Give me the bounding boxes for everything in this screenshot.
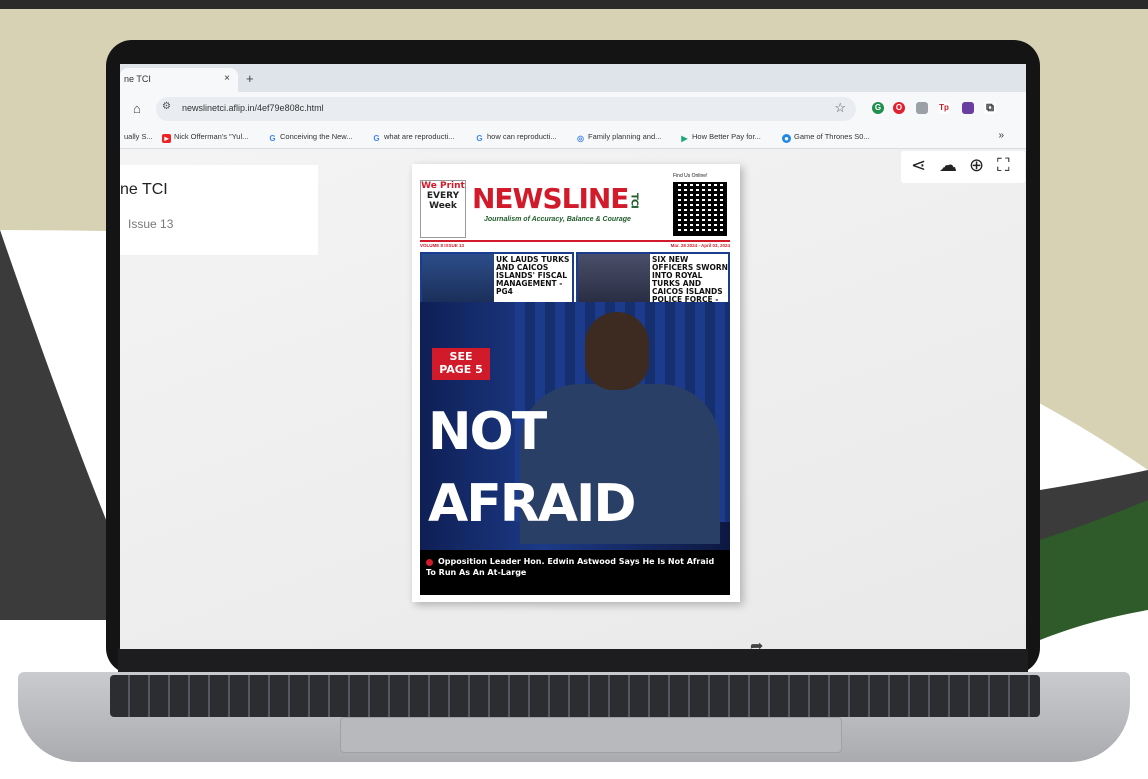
- zoom-in-icon[interactable]: ⊕: [969, 155, 984, 176]
- caption-text: Opposition Leader Hon. Edwin Astwood Say…: [426, 557, 715, 577]
- we-print-line: Week: [429, 201, 457, 211]
- viewer-toolbar: ⋖ ☁ ⊕ ⛶: [901, 151, 1025, 183]
- dateline: VOLUME 8 ISSUE 13 Mar. 28 2024 - April 0…: [420, 240, 730, 250]
- url-text[interactable]: newslinetci.aflip.in/4ef79e808c.html: [182, 103, 324, 113]
- headline-line-2: AFRAID: [428, 474, 637, 534]
- masthead-suffix: TCI: [628, 193, 640, 208]
- volume-label: VOLUME 8 ISSUE 13: [420, 243, 465, 248]
- browser-toolbar: ⌂ ⚙ newslinetci.aflip.in/4ef79e808c.html…: [120, 92, 1026, 126]
- google-icon: G: [269, 134, 276, 143]
- qr-code: [673, 182, 727, 236]
- story-photo: [578, 254, 650, 302]
- story-teaser: SIX NEW OFFICERS SWORN INTO ROYAL TURKS …: [576, 252, 730, 304]
- cover-caption: Opposition Leader Hon. Edwin Astwood Say…: [420, 550, 730, 595]
- bookmark-item[interactable]: G Conceiving the New...: [268, 132, 352, 143]
- tab-strip: ne TCI × +: [120, 64, 1026, 92]
- see-page-line: SEE: [449, 350, 473, 363]
- tab-title: ne TCI: [124, 74, 151, 84]
- bookmark-star-icon[interactable]: ☆: [834, 100, 846, 116]
- publication-info-card: ne TCI Issue 13: [120, 165, 318, 255]
- bookmark-item[interactable]: ● Game of Thrones S0...: [782, 132, 870, 143]
- extension-icon[interactable]: [916, 102, 928, 114]
- browser-tab[interactable]: ne TCI ×: [120, 68, 238, 92]
- close-tab-icon[interactable]: ×: [224, 73, 230, 84]
- google-icon: G: [373, 134, 380, 143]
- bookmarks-bar: ually S... ▸ Nick Offerman's "Yul... G Con…: [120, 126, 1026, 149]
- google-icon: G: [476, 134, 483, 143]
- bookmark-item[interactable]: ▸ Nick Offerman's "Yul...: [162, 132, 248, 143]
- bookmark-item[interactable]: Ghow can reproducti...: [475, 132, 556, 143]
- page-share-arrow-icon[interactable]: ➦: [750, 636, 763, 649]
- tp-extension-icon[interactable]: Tp: [938, 102, 950, 114]
- laptop-trackpad: [340, 717, 842, 753]
- opera-extension-icon[interactable]: O: [893, 102, 905, 114]
- site-info-icon[interactable]: ⚙: [162, 101, 171, 112]
- cover-content: We Print EVERY Week NEWSLINETCI Journali…: [420, 172, 730, 595]
- masthead: NEWSLINETCI: [472, 182, 640, 215]
- story-headline: UK LAUDS TURKS AND CAICOS ISLANDS' FISCA…: [496, 255, 570, 296]
- story-teaser: UK LAUDS TURKS AND CAICOS ISLANDS' FISCA…: [420, 252, 574, 304]
- flipbook-page: ne TCI Issue 13 ⋖ ☁ ⊕ ⛶ We Print EVERY W…: [120, 149, 1026, 649]
- extensions-puzzle-icon[interactable]: ⧉: [984, 102, 996, 114]
- home-icon[interactable]: ⌂: [133, 101, 141, 116]
- new-tab-button[interactable]: +: [246, 71, 254, 86]
- publication-title: ne TCI: [120, 181, 168, 198]
- grammarly-extension-icon[interactable]: G: [872, 102, 884, 114]
- story-photo: [422, 254, 494, 302]
- we-print-line: EVERY: [426, 191, 460, 201]
- we-print-badge: We Print EVERY Week: [420, 180, 466, 238]
- address-bar[interactable]: ⚙ newslinetci.aflip.in/4ef79e808c.html ☆: [156, 97, 856, 121]
- issue-date: Mar. 28 2024 - April 03, 2024: [670, 243, 730, 248]
- find-us-label: Find Us Online!: [673, 173, 708, 179]
- more-bookmarks-icon[interactable]: »: [998, 130, 1004, 141]
- fullscreen-icon[interactable]: ⛶: [997, 155, 1010, 176]
- extension-icon[interactable]: [962, 102, 974, 114]
- bookmark-item[interactable]: ◎ Family planning and...: [576, 132, 661, 143]
- globe-icon: ◎: [577, 134, 584, 143]
- story-headline: SIX NEW OFFICERS SWORN INTO ROYAL TURKS …: [652, 255, 728, 304]
- see-page-line: PAGE 5: [439, 363, 483, 376]
- bookmark-item[interactable]: Gwhat are reproducti...: [372, 132, 454, 143]
- person-head: [585, 312, 649, 390]
- we-print-line: We Print: [421, 181, 465, 191]
- bookmark-item[interactable]: ▶ How Better Pay for...: [680, 132, 760, 143]
- laptop-screen: ne TCI × + ⌂ ⚙ newslinetci.aflip.in/4ef7…: [120, 64, 1026, 649]
- see-page-badge: SEE PAGE 5: [432, 348, 490, 380]
- cover-hero-photo: SEE PAGE 5 NOT AFRAID Opposition Leader …: [420, 302, 730, 595]
- youtube-icon: ▸: [162, 134, 171, 143]
- laptop-hinge: [118, 648, 1028, 674]
- drop-icon: ●: [782, 134, 791, 143]
- tagline: Journalism of Accuracy, Balance & Courag…: [484, 216, 631, 223]
- headline-line-1: NOT: [428, 402, 547, 462]
- issue-label: Issue 13: [128, 217, 174, 231]
- share-icon[interactable]: ⋖: [911, 155, 926, 176]
- bookmark-item[interactable]: ually S...: [124, 132, 153, 141]
- laptop-keyboard: [110, 675, 1040, 717]
- magazine-cover[interactable]: We Print EVERY Week NEWSLINETCI Journali…: [412, 164, 740, 602]
- download-cloud-icon[interactable]: ☁: [939, 155, 957, 176]
- play-icon: ▶: [681, 134, 688, 143]
